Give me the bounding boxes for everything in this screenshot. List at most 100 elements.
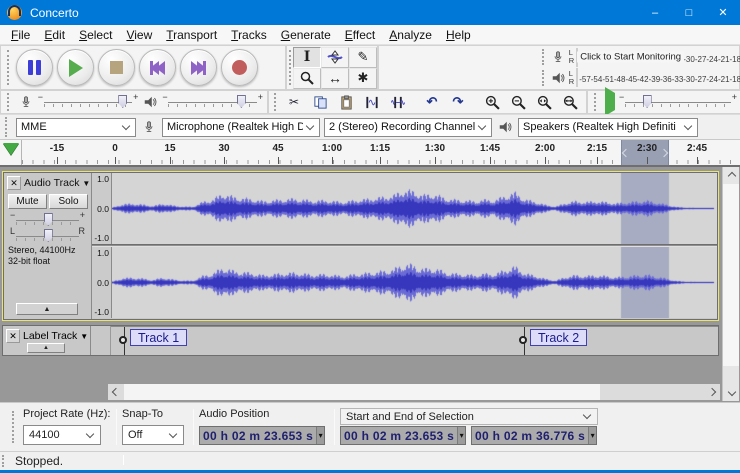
recording-volume-slider[interactable]: − +: [38, 93, 139, 111]
toolbar-grip[interactable]: [7, 93, 12, 111]
vertical-ruler[interactable]: 1.0 0.0 -1.0: [92, 247, 112, 318]
close-track-button[interactable]: ✕: [6, 329, 20, 343]
zoom-tool-button[interactable]: [293, 68, 321, 89]
menu-effect[interactable]: Effect: [338, 26, 382, 44]
project-rate-dropdown[interactable]: 44100: [23, 425, 101, 445]
toolbar-grip[interactable]: [594, 93, 599, 111]
toolbar-grip[interactable]: [542, 70, 547, 86]
timeshift-tool-button[interactable]: ↔: [321, 68, 349, 89]
draw-tool-button[interactable]: ✎: [349, 47, 377, 68]
scroll-up-button[interactable]: [723, 167, 739, 183]
meter-scale-number: -21: [718, 55, 730, 64]
field-dropdown-icon[interactable]: ▾: [588, 427, 596, 444]
menu-help[interactable]: Help: [439, 26, 478, 44]
stop-button[interactable]: [98, 49, 135, 86]
recording-meter[interactable]: LR -57-54-51-48-45-42-39-36-33-30-27-24-…: [540, 47, 578, 68]
horizontal-scrollbar[interactable]: [108, 384, 720, 400]
monitoring-hint[interactable]: Click to Start Monitoring: [577, 52, 684, 63]
mute-button[interactable]: Mute: [8, 194, 47, 209]
vertical-scrollbar-thumb[interactable]: [723, 184, 739, 366]
playback-meter[interactable]: LR -57-54-51-48-45-42-39-36-33-30-27-24-…: [540, 68, 578, 89]
toolbar-grip[interactable]: [274, 93, 279, 111]
menu-edit[interactable]: Edit: [37, 26, 72, 44]
selection-mode-dropdown[interactable]: Start and End of Selection: [340, 408, 598, 425]
recording-device-dropdown[interactable]: Microphone (Realtek High Defini: [162, 118, 320, 137]
trim-outside-selection-button[interactable]: [359, 92, 385, 112]
selection-left-handle[interactable]: [622, 148, 630, 156]
pin-playhead-button[interactable]: [0, 140, 22, 165]
playback-device-dropdown[interactable]: Speakers (Realtek High Definiti: [518, 118, 698, 137]
audio-host-dropdown[interactable]: MME: [16, 118, 136, 137]
skip-to-start-button[interactable]: [139, 49, 176, 86]
snap-to-dropdown[interactable]: Off: [122, 425, 184, 445]
menu-tracks[interactable]: Tracks: [224, 26, 274, 44]
zoom-in-button[interactable]: [479, 92, 505, 112]
paste-button[interactable]: [333, 92, 359, 112]
playback-volume-slider[interactable]: − +: [162, 93, 263, 111]
playback-meter-bar[interactable]: -57-54-51-48-45-42-39-36-33-30-27-24-21-…: [576, 68, 578, 87]
selection-right-handle[interactable]: [660, 148, 668, 156]
field-dropdown-icon[interactable]: ▾: [457, 427, 465, 444]
audio-position-field[interactable]: 00 h 02 m 23.653 s ▾: [199, 426, 325, 445]
pause-button[interactable]: [16, 49, 53, 86]
field-dropdown-icon[interactable]: ▾: [316, 427, 324, 444]
label-pill[interactable]: Track 1: [130, 329, 187, 346]
undo-button[interactable]: ↶: [419, 92, 445, 112]
copy-button[interactable]: [307, 92, 333, 112]
cut-button[interactable]: ✂: [281, 92, 307, 112]
pan-slider[interactable]: L R: [10, 227, 85, 245]
vertical-ruler[interactable]: 1.0 0.0 -1.0: [92, 173, 112, 244]
silence-selection-button[interactable]: [385, 92, 411, 112]
fit-project-button[interactable]: [557, 92, 583, 112]
envelope-tool-button[interactable]: [321, 47, 349, 68]
redo-button[interactable]: ↷: [445, 92, 471, 112]
collapse-track-button[interactable]: ▲: [27, 343, 65, 353]
track-title-menu[interactable]: Audio Track ▼: [24, 177, 90, 189]
scroll-right-button[interactable]: [704, 384, 720, 400]
toolbar-grip[interactable]: [5, 117, 10, 136]
maximize-button[interactable]: □: [672, 0, 706, 25]
multi-tool-button[interactable]: ✱: [349, 68, 377, 89]
toolbar-grip[interactable]: [542, 49, 547, 65]
menu-file[interactable]: File: [4, 26, 37, 44]
record-button[interactable]: [221, 49, 258, 86]
waveform-left-channel[interactable]: [112, 173, 717, 244]
label-pill[interactable]: Track 2: [530, 329, 587, 346]
horizontal-scrollbar-thumb[interactable]: [124, 384, 600, 400]
collapse-track-button[interactable]: ▲: [16, 303, 78, 315]
play-button[interactable]: [57, 49, 94, 86]
title-bar[interactable]: Concerto – □ ✕: [0, 0, 740, 25]
vertical-scrollbar[interactable]: [722, 167, 739, 401]
menu-select[interactable]: Select: [72, 26, 119, 44]
timeline-ruler[interactable]: -1501530451:001:151:301:452:002:152:302:…: [0, 139, 740, 167]
selection-end-field[interactable]: 00 h 02 m 36.776 s ▾: [471, 426, 597, 445]
toolbar-grip[interactable]: [289, 50, 291, 84]
menu-view[interactable]: View: [119, 26, 159, 44]
scroll-left-button[interactable]: [108, 384, 124, 400]
label-track-area[interactable]: Track 1 Track 2: [111, 326, 718, 355]
scroll-down-button[interactable]: [723, 385, 739, 401]
minimize-button[interactable]: –: [638, 0, 672, 25]
close-track-button[interactable]: ✕: [7, 176, 21, 190]
play-at-speed-button[interactable]: [605, 93, 615, 111]
waveform-right-channel[interactable]: [112, 247, 717, 318]
playback-speed-slider[interactable]: − +: [619, 93, 737, 111]
menu-transport[interactable]: Transport: [159, 26, 224, 44]
recording-channels-dropdown[interactable]: 2 (Stereo) Recording Channels: [324, 118, 492, 137]
skip-to-end-button[interactable]: [180, 49, 217, 86]
close-button[interactable]: ✕: [706, 0, 740, 25]
selection-tool-button[interactable]: I: [293, 47, 321, 68]
label-handle[interactable]: [119, 336, 127, 344]
label-handle[interactable]: [519, 336, 527, 344]
toolbar-grip[interactable]: [12, 411, 17, 443]
recording-meter-bar[interactable]: -57-54-51-48-45-42-39-36-33-30-27-24-21-…: [576, 48, 578, 67]
selection-start-field[interactable]: 00 h 02 m 23.653 s ▾: [340, 426, 466, 445]
toolbar-grip[interactable]: [7, 50, 12, 84]
track-title-menu[interactable]: Label Track ▼: [23, 330, 88, 342]
menu-generate[interactable]: Generate: [274, 26, 338, 44]
fit-selection-button[interactable]: [531, 92, 557, 112]
toolbar-grip[interactable]: [2, 455, 7, 468]
solo-button[interactable]: Solo: [49, 194, 88, 209]
zoom-out-button[interactable]: [505, 92, 531, 112]
menu-analyze[interactable]: Analyze: [382, 26, 439, 44]
